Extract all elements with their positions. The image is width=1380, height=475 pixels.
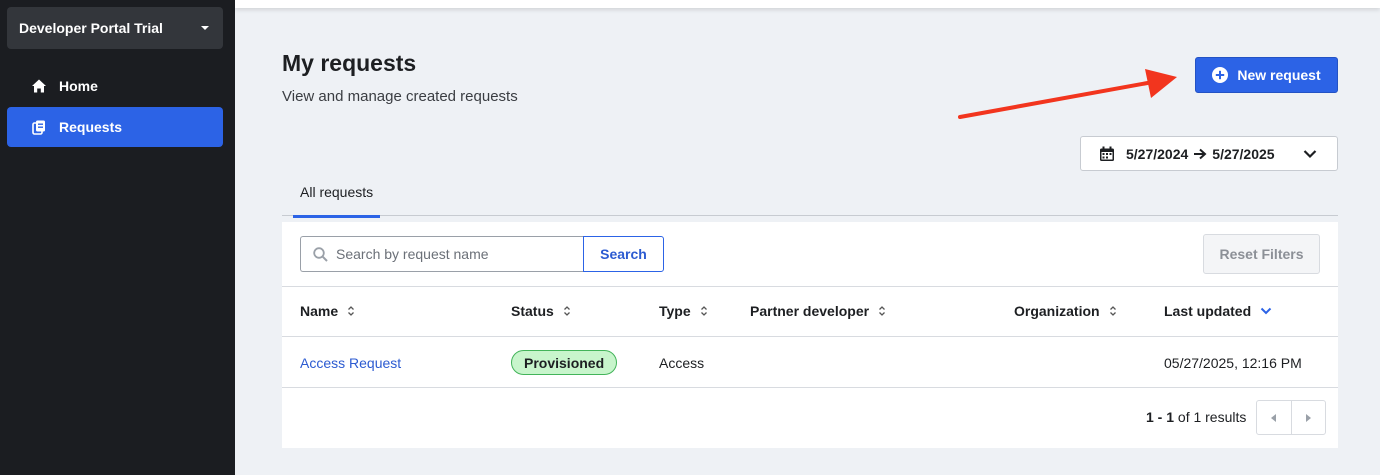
caret-right-icon	[1306, 413, 1312, 422]
pagination-range: 1 - 1	[1146, 409, 1175, 425]
pagination-total: of 1 results	[1177, 409, 1247, 425]
caret-down-icon	[201, 26, 209, 30]
sidebar-item-label: Home	[59, 78, 98, 94]
top-bar	[235, 0, 1380, 8]
next-page-button[interactable]	[1290, 401, 1325, 434]
date-range-picker[interactable]: 5/27/2024 5/27/2025	[1080, 136, 1338, 171]
org-name: Developer Portal Trial	[19, 20, 163, 36]
request-name-link[interactable]: Access Request	[300, 355, 401, 371]
caret-left-icon	[1270, 413, 1276, 422]
column-label: Last updated	[1164, 303, 1252, 319]
plus-circle-icon	[1212, 67, 1229, 83]
column-header-name[interactable]: Name	[300, 303, 355, 319]
new-request-label: New request	[1237, 67, 1321, 83]
previous-page-button[interactable]	[1257, 401, 1291, 434]
org-switcher[interactable]: Developer Portal Trial	[7, 7, 223, 49]
request-last-updated: 05/27/2025, 12:16 PM	[1164, 355, 1302, 371]
column-header-last-updated[interactable]: Last updated	[1164, 303, 1272, 319]
column-label: Partner developer	[750, 303, 870, 319]
sidebar-item-requests[interactable]: Requests	[7, 107, 223, 147]
sort-desc-icon	[1260, 307, 1272, 315]
column-header-partner-developer[interactable]: Partner developer	[750, 303, 886, 319]
home-icon	[32, 79, 46, 93]
arrow-right-icon	[1194, 148, 1207, 159]
sort-icon	[700, 306, 707, 316]
requests-icon	[32, 120, 45, 135]
sidebar-item-home[interactable]: Home	[7, 66, 223, 106]
tab-bar: All requests	[282, 175, 1338, 218]
search-field	[300, 236, 584, 272]
column-label: Status	[511, 303, 554, 319]
search-input[interactable]	[336, 246, 576, 262]
status-badge: Provisioned	[511, 350, 618, 375]
table-header-row: Name Status Type Partner developer Organ…	[282, 286, 1338, 337]
column-label: Name	[300, 303, 339, 319]
reset-filters-button[interactable]: Reset Filters	[1203, 234, 1320, 274]
date-range-end: 5/27/2025	[1212, 145, 1275, 162]
sort-icon	[563, 306, 570, 316]
search-button[interactable]: Search	[583, 236, 664, 272]
chevron-down-icon	[1303, 150, 1317, 159]
column-label: Type	[659, 303, 691, 319]
date-range-start: 5/27/2024	[1126, 145, 1189, 162]
search-icon	[313, 246, 328, 262]
sort-icon	[348, 306, 355, 316]
column-header-type[interactable]: Type	[659, 303, 708, 319]
sidebar-item-label: Requests	[59, 119, 123, 135]
annotation-arrow-icon	[958, 69, 1177, 119]
column-header-status[interactable]: Status	[511, 303, 571, 319]
sort-icon	[1109, 306, 1116, 316]
table-row: Access Request Provisioned Access 05/27/…	[282, 337, 1338, 388]
column-label: Organization	[1014, 303, 1100, 319]
sort-icon	[879, 306, 886, 316]
requests-table-card: Search Reset Filters Name Status Type P	[282, 222, 1338, 448]
tab-all-requests[interactable]: All requests	[292, 184, 381, 218]
page-subtitle: View and manage created requests	[282, 88, 518, 105]
pagination-summary: 1 - 1 of 1 results	[1146, 409, 1246, 425]
request-type: Access	[659, 355, 705, 371]
pagination-controls	[1256, 400, 1326, 435]
new-request-button[interactable]: New request	[1195, 57, 1338, 93]
calendar-icon	[1100, 146, 1114, 161]
sidebar: Developer Portal Trial Home Requests	[0, 0, 235, 475]
column-header-organization[interactable]: Organization	[1014, 303, 1117, 319]
page-title: My requests	[282, 50, 417, 76]
